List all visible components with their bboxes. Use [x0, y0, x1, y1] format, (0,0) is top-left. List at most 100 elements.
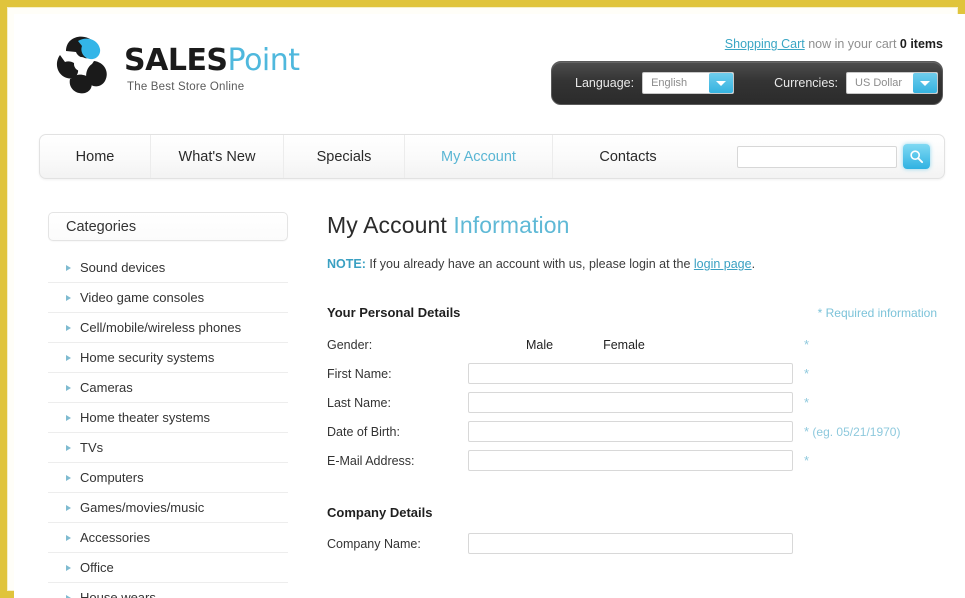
triangle-bullet-icon [66, 294, 71, 301]
nav-item-home[interactable]: Home [40, 135, 151, 178]
first-name-label: First Name: [327, 366, 392, 381]
search-input[interactable] [737, 145, 897, 168]
language-select[interactable]: English [642, 72, 735, 94]
main-column: My Account Information NOTE: If you alre… [327, 212, 937, 558]
personal-details-section-row: Your Personal Details * Required informa… [327, 271, 937, 320]
email-field[interactable] [468, 450, 793, 471]
sidebar-item-label: Computers [80, 470, 144, 485]
categories-header: Categories [48, 212, 288, 241]
magnifier-icon [910, 150, 924, 164]
shopping-cart-link[interactable]: Shopping Cart [725, 37, 805, 51]
sidebar-item-label: Sound devices [80, 260, 166, 275]
page-title: My Account Information [327, 212, 937, 239]
sidebar-item-label: Games/movies/music [80, 500, 205, 515]
page-content: Categories Sound devices Video game cons… [14, 194, 965, 598]
first-name-input[interactable] [468, 363, 793, 384]
gender-options: Male Female [468, 338, 793, 352]
note-line: NOTE: If you already have an account wit… [327, 257, 937, 271]
language-selected-value: English [651, 77, 688, 89]
triangle-bullet-icon [66, 264, 71, 271]
triangle-bullet-icon [66, 474, 71, 481]
date-of-birth-label: Date of Birth: [327, 424, 400, 439]
logo-wordmark: SALESPoint [124, 43, 300, 78]
triangle-bullet-icon [66, 594, 71, 598]
triangle-bullet-icon [66, 504, 71, 511]
date-of-birth-input[interactable] [468, 421, 793, 442]
required-asterisk-dob: * (eg. 05/21/1970) [804, 424, 900, 439]
language-label: Language: [575, 76, 635, 90]
required-asterisk: * [804, 337, 810, 352]
nav-item-specials[interactable]: Specials [284, 135, 405, 178]
triangle-bullet-icon [66, 414, 71, 421]
sidebar-item-video-game-consoles[interactable]: Video game consoles [48, 283, 288, 313]
form-row-date-of-birth: Date of Birth: * (eg. 05/21/1970) [327, 417, 937, 446]
main-navigation: Home What's New Specials My Account Cont… [39, 134, 945, 179]
personal-details-heading: Your Personal Details [327, 305, 461, 320]
logo-text-point: Point [227, 43, 301, 78]
last-name-label: Last Name: [327, 395, 391, 410]
sidebar-item-sound-devices[interactable]: Sound devices [48, 253, 288, 283]
note-label: NOTE: [327, 257, 366, 271]
login-page-link[interactable]: login page [694, 257, 752, 271]
logo-text-sales: SALES [124, 43, 228, 78]
required-asterisk: * [804, 366, 810, 381]
form-row-gender: Gender: Male Female * [327, 330, 937, 359]
note-text: If you already have an account with us, … [365, 257, 694, 271]
sidebar-item-accessories[interactable]: Accessories [48, 523, 288, 553]
sidebar-item-cameras[interactable]: Cameras [48, 373, 288, 403]
currencies-label: Currencies: [774, 76, 839, 90]
sidebar-item-label: Video game consoles [80, 290, 205, 305]
sidebar-item-label: Accessories [80, 530, 151, 545]
triangle-bullet-icon [66, 384, 71, 391]
company-name-label: Company Name: [327, 536, 421, 551]
cart-status: Shopping Cart now in your cart 0 items [725, 37, 943, 51]
company-details-heading: Company Details [327, 505, 433, 520]
language-currency-bar: Language: English Currencies: US Dollar [551, 61, 943, 105]
sidebar-item-home-security-systems[interactable]: Home security systems [48, 343, 288, 373]
triangle-bullet-icon [66, 324, 71, 331]
last-name-input[interactable] [468, 392, 793, 413]
note-text-end: . [751, 257, 756, 271]
cart-status-text: now in your cart [804, 37, 900, 51]
sidebar-item-label: Home theater systems [80, 410, 211, 425]
sidebar-item-office[interactable]: Office [48, 553, 288, 583]
gender-label: Gender: [327, 337, 373, 352]
page-inner: SALESPoint The Best Store Online Shoppin… [14, 14, 965, 598]
sidebar-item-label: Cameras [80, 380, 133, 395]
logo-tagline: The Best Store Online [127, 81, 245, 93]
gender-option-female[interactable]: Female [603, 338, 645, 352]
triangle-bullet-icon [66, 354, 71, 361]
required-information-note: * Required information [817, 306, 937, 320]
required-asterisk: * [804, 453, 810, 468]
site-logo[interactable]: SALESPoint The Best Store Online [48, 27, 308, 117]
sidebar-item-label: House wears [80, 590, 156, 598]
sidebar-item-cell-mobile-wireless-phones[interactable]: Cell/mobile/wireless phones [48, 313, 288, 343]
company-name-input[interactable] [468, 533, 793, 554]
nav-item-contacts[interactable]: Contacts [553, 135, 703, 178]
triangle-bullet-icon [66, 564, 71, 571]
sidebar-item-home-theater-systems[interactable]: Home theater systems [48, 403, 288, 433]
page-title-main: My Account [327, 212, 454, 238]
triangle-bullet-icon [66, 444, 71, 451]
chevron-down-icon [709, 73, 734, 93]
sidebar-item-label: TVs [80, 440, 104, 455]
nav-item-whats-new[interactable]: What's New [151, 135, 284, 178]
sidebar-item-tvs[interactable]: TVs [48, 433, 288, 463]
sidebar-item-label: Home security systems [80, 350, 215, 365]
page-frame: SALESPoint The Best Store Online Shoppin… [0, 0, 965, 598]
triangle-bullet-icon [66, 534, 71, 541]
form-row-email: E-Mail Address: * [327, 446, 937, 475]
page-title-accent: Information [453, 212, 570, 238]
sidebar-item-house-wears[interactable]: House wears [48, 583, 288, 598]
gender-option-male[interactable]: Male [526, 338, 553, 352]
currency-select[interactable]: US Dollar [846, 72, 939, 94]
sidebar-item-games-movies-music[interactable]: Games/movies/music [48, 493, 288, 523]
nav-item-my-account[interactable]: My Account [405, 135, 553, 178]
form-row-last-name: Last Name: * [327, 388, 937, 417]
search-button[interactable] [903, 144, 930, 169]
sidebar-item-computers[interactable]: Computers [48, 463, 288, 493]
abstract-swirl-logo-icon [56, 36, 107, 94]
chevron-down-icon [913, 73, 938, 93]
cart-item-count: 0 items [899, 37, 943, 51]
sidebar: Categories Sound devices Video game cons… [48, 212, 288, 598]
